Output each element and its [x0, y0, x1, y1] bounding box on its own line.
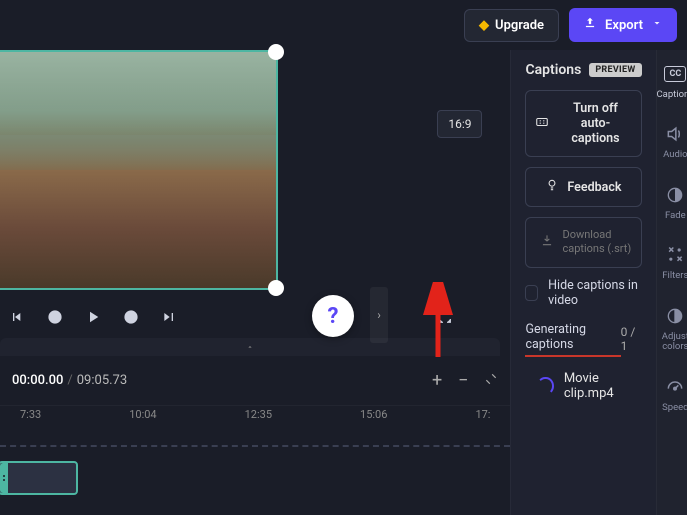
- track-divider: [0, 445, 510, 449]
- time-separator: /: [67, 373, 72, 388]
- upgrade-button[interactable]: ◆ Upgrade: [464, 9, 559, 42]
- rail-filters-label: Filters: [662, 271, 687, 281]
- right-tool-rail: CC Captions Audio Fade Filters Adjust co…: [656, 50, 687, 515]
- top-bar: ◆ Upgrade Export: [0, 0, 687, 50]
- ruler-mark: 12:35: [245, 408, 272, 421]
- ruler-mark: 10:04: [129, 408, 156, 421]
- rail-captions-label: Captions: [657, 90, 687, 100]
- play-icon[interactable]: [84, 308, 102, 326]
- rail-filters[interactable]: Filters: [662, 243, 687, 281]
- rail-fade[interactable]: Fade: [663, 183, 687, 221]
- fit-icon[interactable]: [484, 370, 498, 391]
- rail-speed-label: Speed: [662, 403, 687, 413]
- resize-handle-top-right[interactable]: [268, 44, 284, 60]
- feedback-button[interactable]: Feedback: [525, 167, 641, 207]
- caption-clip-row: Movie clip.mp4: [525, 371, 641, 401]
- panel-expand-toggle[interactable]: ›: [370, 287, 388, 343]
- rail-adjust-colors[interactable]: Adjust colors: [657, 304, 687, 353]
- rail-captions[interactable]: CC Captions: [657, 62, 687, 100]
- rail-adjust-label: Adjust colors: [657, 332, 687, 353]
- captions-off-icon: [534, 115, 550, 133]
- skip-end-icon[interactable]: [160, 308, 178, 326]
- editor-column: 16:9 5 5 00:00.00 / 09:05.73 + − 7:33: [0, 50, 510, 515]
- ruler-mark: 7:33: [20, 408, 41, 421]
- adjust-colors-icon: [663, 304, 687, 328]
- generating-captions-label: Generating captions: [525, 322, 620, 357]
- turn-off-auto-captions-button[interactable]: Turn off auto-captions: [525, 90, 641, 157]
- clip-grip-left[interactable]: [0, 463, 8, 493]
- help-button[interactable]: ?: [312, 295, 354, 337]
- collapse-timeline-button[interactable]: [0, 338, 500, 356]
- playback-controls: 5 5: [0, 290, 510, 334]
- generating-progress: 0 / 1: [621, 325, 642, 353]
- speaker-icon: [663, 122, 687, 146]
- export-button[interactable]: Export: [569, 8, 677, 42]
- cc-icon: CC: [664, 66, 686, 82]
- total-time: 09:05.73: [77, 373, 127, 388]
- upgrade-label: Upgrade: [495, 18, 544, 33]
- fullscreen-icon[interactable]: [436, 308, 454, 326]
- ruler-mark: 15:06: [360, 408, 387, 421]
- resize-handle-bottom-right[interactable]: [268, 280, 284, 296]
- hide-captions-label: Hide captions in video: [548, 278, 641, 308]
- download-captions-button[interactable]: Download captions (.srt): [525, 217, 641, 268]
- checkbox-icon: [525, 285, 538, 301]
- add-icon[interactable]: +: [432, 370, 442, 391]
- diamond-icon: ◆: [479, 18, 489, 33]
- fade-icon: [663, 183, 687, 207]
- ruler-mark: 17:: [475, 408, 490, 421]
- timeline-ruler[interactable]: 7:33 10:04 12:35 15:06 17:: [0, 405, 510, 423]
- filters-icon: [663, 243, 687, 267]
- captions-title: Captions: [525, 62, 581, 78]
- chevron-down-icon: [651, 17, 663, 33]
- rewind-5-icon[interactable]: 5: [46, 308, 64, 326]
- turn-off-label: Turn off auto-captions: [558, 101, 632, 146]
- speed-icon: [663, 375, 687, 399]
- video-preview[interactable]: [0, 50, 278, 290]
- upload-icon: [583, 16, 597, 34]
- rail-audio[interactable]: Audio: [663, 122, 687, 160]
- current-time: 00:00.00: [12, 373, 63, 388]
- clip-filename: Movie clip.mp4: [564, 371, 642, 401]
- hide-captions-checkbox[interactable]: Hide captions in video: [525, 278, 641, 308]
- export-label: Export: [605, 18, 643, 33]
- feedback-label: Feedback: [567, 180, 621, 195]
- rail-audio-label: Audio: [663, 150, 687, 160]
- skip-start-icon[interactable]: [8, 308, 26, 326]
- loading-spinner-icon: [537, 377, 553, 395]
- preview-badge: PREVIEW: [589, 63, 641, 77]
- rail-speed[interactable]: Speed: [662, 375, 687, 413]
- download-icon: [540, 233, 554, 251]
- captions-panel: Captions PREVIEW Turn off auto-captions …: [510, 50, 655, 515]
- time-display-row: 00:00.00 / 09:05.73 + −: [0, 356, 510, 405]
- forward-5-icon[interactable]: 5: [122, 308, 140, 326]
- aspect-ratio-button[interactable]: 16:9: [437, 110, 482, 138]
- lightbulb-icon: [545, 178, 559, 196]
- rail-fade-label: Fade: [665, 211, 686, 221]
- minus-icon[interactable]: −: [458, 370, 468, 391]
- timeline-clip[interactable]: [0, 461, 78, 495]
- download-label: Download captions (.srt): [562, 228, 632, 257]
